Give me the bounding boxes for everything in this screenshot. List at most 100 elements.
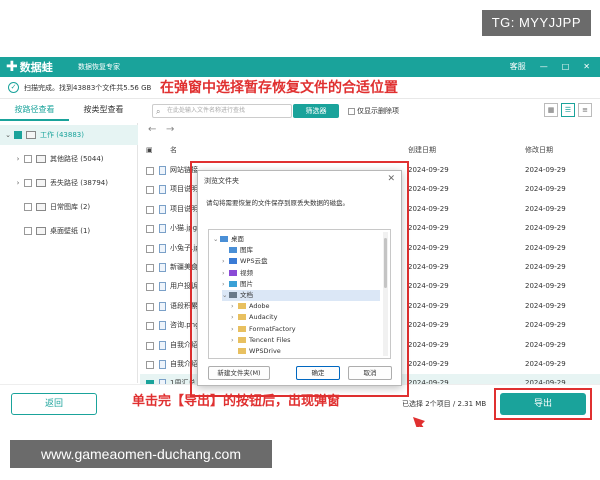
folder-icon xyxy=(36,227,46,235)
folder-label: Audacity xyxy=(249,313,278,322)
list-view-icon[interactable]: ☰ xyxy=(561,103,575,117)
chevron-icon[interactable]: › xyxy=(231,324,238,335)
row-checkbox[interactable] xyxy=(146,244,154,253)
row-checkbox[interactable] xyxy=(146,264,154,272)
back-arrow-icon[interactable]: ← xyxy=(148,124,156,135)
folder-tree-item[interactable]: WPSDrive xyxy=(231,346,380,357)
folder-tree-item[interactable]: › WPS云盘 xyxy=(222,256,380,267)
only-deleted-checkbox[interactable] xyxy=(348,107,355,115)
folder-tree-item[interactable]: › Adobe xyxy=(231,301,380,312)
row-checkbox[interactable] xyxy=(146,186,154,195)
sidebar-item-lost-path[interactable]: › 丢失路径 (38794) xyxy=(0,173,138,193)
checkbox[interactable] xyxy=(14,131,22,139)
tab-by-path[interactable]: 按路径查看 xyxy=(0,101,69,121)
sidebar-item-label: 桌面壁纸 (1) xyxy=(50,227,91,235)
column-header-created[interactable]: 创建日期 xyxy=(408,141,436,159)
folder-tree-item[interactable]: › FormatFactory xyxy=(231,324,380,335)
folder-tree-item[interactable]: › 图片 xyxy=(222,279,380,290)
folder-tree-item[interactable]: › 视频 xyxy=(222,268,380,279)
filter-button[interactable]: 筛选器 xyxy=(293,104,339,118)
search-input[interactable]: ⌕ 在此处输入文件名称进行查找 xyxy=(152,104,292,118)
file-modified-date: 2024-09-29 xyxy=(525,360,566,368)
chevron-icon[interactable]: ⌄ xyxy=(213,234,220,245)
checkbox[interactable] xyxy=(24,155,32,163)
checkbox[interactable] xyxy=(24,179,32,187)
ok-button[interactable]: 确定 xyxy=(296,366,340,380)
column-header-name[interactable]: 名 xyxy=(170,141,177,159)
row-checkbox[interactable] xyxy=(146,283,154,292)
folder-label: 文档 xyxy=(240,291,253,299)
folder-label: FormatFactory xyxy=(249,324,296,333)
file-modified-date: 2024-09-29 xyxy=(525,224,566,233)
sidebar-item-other-path[interactable]: › 其他路径 (5044) xyxy=(0,149,138,169)
app-logo: ✚ 数据蛙 xyxy=(6,59,53,76)
chevron-icon[interactable]: › xyxy=(231,301,238,312)
checkbox[interactable] xyxy=(24,203,32,211)
folder-tree-item[interactable]: 图库 xyxy=(222,245,380,256)
new-folder-button[interactable]: 新建文件夹(M) xyxy=(208,366,270,380)
close-button[interactable]: ✕ xyxy=(583,60,590,74)
sidebar-item-label: 其他路径 (5044) xyxy=(50,155,104,163)
forward-arrow-icon[interactable]: → xyxy=(166,124,174,135)
chevron-icon[interactable]: ⌄ xyxy=(222,290,229,301)
search-placeholder: 在此处输入文件名称进行查找 xyxy=(167,107,246,114)
row-checkbox[interactable] xyxy=(146,225,154,234)
sidebar-item-label: 工作 (43883) xyxy=(40,131,84,139)
detail-view-icon[interactable]: ≡ xyxy=(578,103,592,117)
file-modified-date: 2024-09-29 xyxy=(525,321,566,330)
only-deleted-toggle[interactable]: 仅显示删除项 xyxy=(348,106,399,116)
chevron-down-icon[interactable]: ⌄ xyxy=(4,125,12,145)
chevron-right-icon[interactable]: › xyxy=(14,173,22,193)
tree-scrollbar[interactable] xyxy=(383,232,388,356)
export-button[interactable]: 导出 xyxy=(500,393,586,415)
folder-tree[interactable]: ⌄ 桌面 图库 › WPS云盘 › 视频 › 图片 ⌄ 文档 › Adobe › Audacity › Form… xyxy=(208,229,391,359)
scrollbar-thumb[interactable] xyxy=(384,238,387,288)
toolbar: ⌕ 在此处输入文件名称进行查找 筛选器 仅显示删除项 ▦ ☰ ≡ xyxy=(140,101,600,121)
folder-icon xyxy=(220,236,228,242)
chevron-icon[interactable]: › xyxy=(222,256,229,267)
app-name: 数据蛙 xyxy=(19,61,53,74)
chevron-icon[interactable]: › xyxy=(222,268,229,279)
sidebar-item-work[interactable]: ⌄ 工作 (43883) xyxy=(0,125,138,145)
support-button[interactable]: 客服 xyxy=(510,60,526,74)
checkbox[interactable] xyxy=(24,227,32,235)
folder-tree-item[interactable]: ⌄ 文档 xyxy=(222,290,380,301)
select-all-checkbox[interactable]: ▣ xyxy=(146,141,153,159)
maximize-button[interactable]: □ xyxy=(562,60,570,74)
row-checkbox[interactable] xyxy=(146,167,154,175)
folder-tree-item[interactable]: › Tencent Files xyxy=(231,335,380,346)
file-modified-date: 2024-09-29 xyxy=(525,185,566,194)
sidebar-item-wallpaper[interactable]: 桌面壁纸 (1) xyxy=(0,221,138,241)
back-button[interactable]: 返回 xyxy=(11,393,97,415)
folder-tree-item[interactable]: › Audacity xyxy=(231,312,380,323)
file-modified-date: 2024-09-29 xyxy=(525,243,566,252)
chevron-icon[interactable]: › xyxy=(222,279,229,290)
file-modified-date: 2024-09-29 xyxy=(525,263,566,271)
row-checkbox[interactable] xyxy=(146,341,154,350)
sidebar-tree: ⌄ 工作 (43883) › 其他路径 (5044) › 丢失路径 (38794… xyxy=(0,123,138,383)
file-created-date: 2024-09-29 xyxy=(408,204,449,213)
view-tabs: 按路径查看 按类型查看 xyxy=(0,101,138,121)
chevron-icon[interactable]: › xyxy=(231,312,238,323)
folder-icon xyxy=(229,269,237,276)
chevron-icon[interactable]: › xyxy=(231,335,238,346)
chevron-right-icon[interactable]: › xyxy=(14,149,22,169)
grid-view-icon[interactable]: ▦ xyxy=(544,103,558,117)
cancel-dialog-button[interactable]: 取消 xyxy=(348,366,392,380)
column-header-modified[interactable]: 修改日期 xyxy=(525,141,553,159)
tab-by-type[interactable]: 按类型查看 xyxy=(69,101,138,121)
file-created-date: 2024-09-29 xyxy=(408,185,449,194)
sidebar-item-daily-gallery[interactable]: 日常图库 (2) xyxy=(0,197,138,217)
folder-tree-item[interactable]: ⌄ 桌面 xyxy=(213,234,380,245)
row-checkbox[interactable] xyxy=(146,205,154,214)
folder-label: 图片 xyxy=(240,279,253,288)
row-checkbox[interactable] xyxy=(146,361,154,369)
sidebar-item-label: 日常图库 (2) xyxy=(50,203,91,211)
row-checkbox[interactable] xyxy=(146,302,154,311)
minimize-button[interactable]: — xyxy=(540,60,548,74)
file-icon xyxy=(159,243,166,253)
folder-label: Tencent Files xyxy=(249,335,291,344)
row-checkbox[interactable] xyxy=(146,322,154,331)
file-icon xyxy=(159,263,166,272)
dialog-close-button[interactable]: ✕ xyxy=(387,174,395,184)
